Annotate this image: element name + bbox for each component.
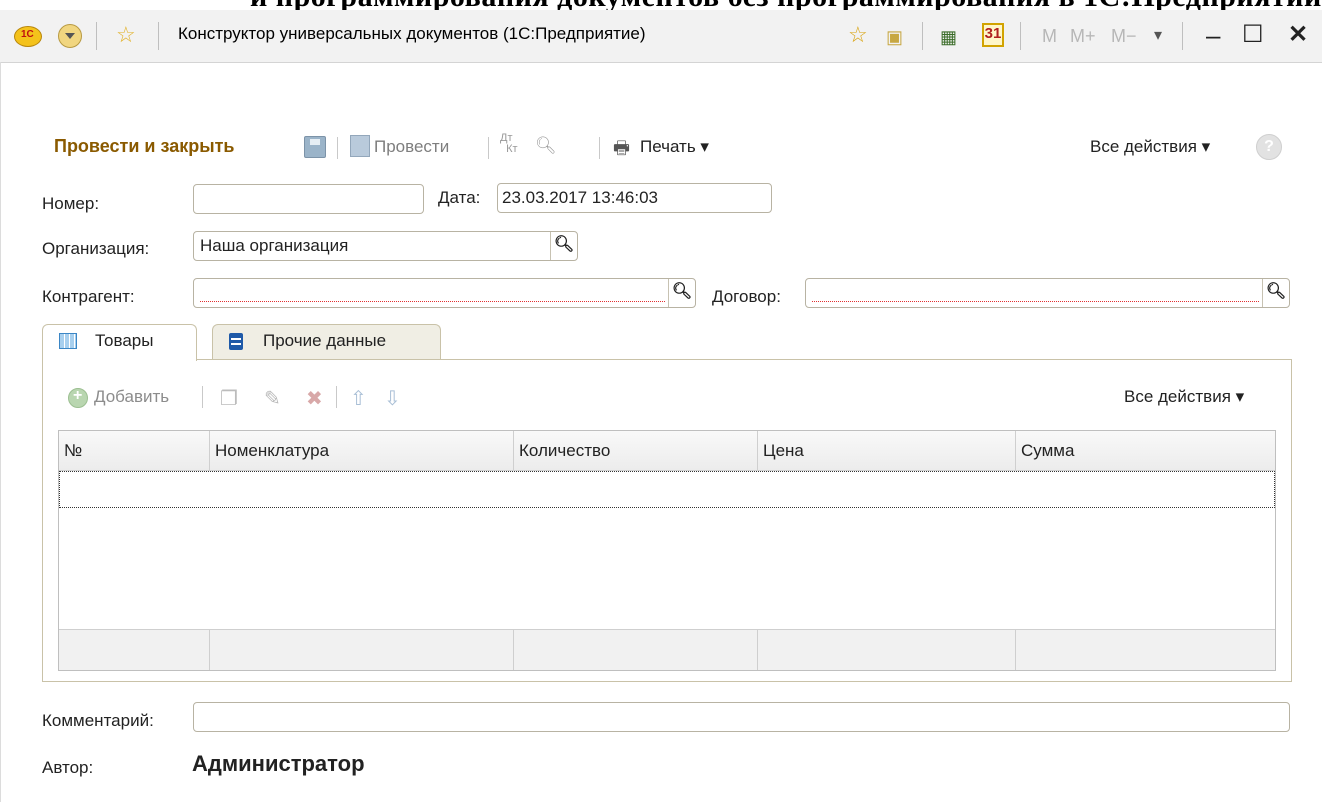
date-field[interactable]: 23.03.2017 13:46:03 xyxy=(497,183,772,213)
column-header[interactable]: № xyxy=(59,431,210,470)
cropped-heading-text: и программирования документов без програ… xyxy=(250,0,1322,10)
organization-label: Организация: xyxy=(42,239,150,258)
contract-label: Договор: xyxy=(712,287,781,306)
calendar-icon[interactable]: 31 xyxy=(982,23,1004,47)
copy-row-icon[interactable]: ❐ xyxy=(220,386,238,411)
window-title-bar: ☆ Конструктор универсальных документов (… xyxy=(0,10,1322,63)
memory-plus-button[interactable]: M+ xyxy=(1070,26,1096,47)
counterparty-search-icon[interactable]: 🔍︎ xyxy=(668,279,695,307)
memory-minus-button[interactable]: M− xyxy=(1111,26,1137,47)
title-separator xyxy=(158,22,159,50)
table-header: № Номенклатура Количество Цена Сумма xyxy=(59,431,1275,471)
favorites-list-icon[interactable]: ▣ xyxy=(886,24,903,50)
column-header-label: Номенклатура xyxy=(215,441,330,460)
delete-icon[interactable]: ✖ xyxy=(306,386,323,411)
tab-other-data[interactable]: Прочие данные xyxy=(212,324,441,360)
organization-search-icon[interactable]: 🔍︎ xyxy=(550,232,577,260)
cropped-heading-strip: и программирования документов без програ… xyxy=(0,0,1322,10)
help-icon[interactable]: ? xyxy=(1256,134,1282,160)
favorite-star-icon[interactable]: ☆ xyxy=(116,22,136,48)
toolbar-separator xyxy=(599,137,600,159)
toolbar-separator xyxy=(336,386,337,408)
main-menu-button[interactable] xyxy=(58,24,82,48)
kt-label: Кт xyxy=(506,143,518,155)
minimize-icon[interactable]: – xyxy=(1206,20,1220,50)
move-up-icon[interactable]: ⇧ xyxy=(350,386,367,411)
tab-goods-label: Товары xyxy=(95,331,154,350)
column-header[interactable]: Сумма xyxy=(1016,431,1277,470)
number-field[interactable] xyxy=(193,184,424,214)
title-separator xyxy=(1020,22,1021,50)
column-header-label: Сумма xyxy=(1021,441,1075,460)
column-header-label: Количество xyxy=(519,441,611,460)
all-actions-button[interactable]: Все действия ▾ xyxy=(1090,137,1210,163)
footer-cell xyxy=(514,630,758,670)
organization-value: Наша организация xyxy=(200,236,349,255)
table-footer xyxy=(59,629,1275,670)
footer-cell xyxy=(758,630,1016,670)
toolbar-separator xyxy=(488,137,489,159)
author-value: Администратор xyxy=(192,751,365,776)
move-down-icon[interactable]: ⇩ xyxy=(384,386,401,411)
add-icon[interactable] xyxy=(68,387,88,408)
save-icon[interactable] xyxy=(304,136,326,158)
counterparty-field[interactable]: 🔍︎ xyxy=(193,278,696,308)
column-header[interactable]: Номенклатура xyxy=(210,431,514,470)
footer-cell xyxy=(59,630,210,670)
column-header[interactable]: Цена xyxy=(758,431,1016,470)
date-value: 23.03.2017 13:46:03 xyxy=(502,188,658,207)
list-form-icon xyxy=(229,333,243,350)
add-row-button[interactable]: Добавить xyxy=(94,387,169,407)
comment-label: Комментарий: xyxy=(42,711,154,730)
window-left-border xyxy=(0,62,1,802)
window-title: Конструктор универсальных документов (1С… xyxy=(178,24,646,43)
column-header[interactable]: Количество xyxy=(514,431,758,470)
required-field-marker xyxy=(200,301,665,302)
calculator-icon[interactable]: ▦ xyxy=(940,24,957,50)
date-label: Дата: xyxy=(438,188,481,207)
edit-pencil-icon[interactable]: ✎ xyxy=(264,386,281,411)
counterparty-label: Контрагент: xyxy=(42,287,135,306)
dt-kt-movements-icon[interactable]: Дт Кт xyxy=(500,133,518,155)
search-icon[interactable]: 🔍︎ xyxy=(535,136,557,156)
title-separator xyxy=(922,22,923,50)
toolbar-separator xyxy=(202,386,203,408)
column-header-label: № xyxy=(64,441,83,460)
chevron-down-icon[interactable]: ▾ xyxy=(1154,23,1162,49)
goods-table[interactable]: № Номенклатура Количество Цена Сумма xyxy=(58,430,1276,671)
tab-goods[interactable]: Товары xyxy=(42,324,197,361)
contract-search-icon[interactable]: 🔍︎ xyxy=(1262,279,1289,307)
close-icon[interactable]: ✕ xyxy=(1288,20,1308,50)
print-menu-button[interactable]: Печать ▾ xyxy=(640,137,709,163)
selected-empty-row[interactable] xyxy=(59,471,1275,508)
title-separator xyxy=(1182,22,1183,50)
number-label: Номер: xyxy=(42,194,100,213)
required-field-marker xyxy=(812,301,1259,302)
contract-field[interactable]: 🔍︎ xyxy=(805,278,1290,308)
post-button[interactable]: Провести xyxy=(374,137,449,163)
post-and-close-button[interactable]: Провести и закрыть xyxy=(54,136,234,162)
post-document-icon[interactable] xyxy=(350,135,370,157)
title-separator xyxy=(96,22,97,50)
maximize-icon[interactable]: ☐ xyxy=(1242,20,1264,50)
add-favorite-icon[interactable]: ☆ xyxy=(848,22,868,48)
printer-icon[interactable]: 🖶 xyxy=(613,136,630,166)
comment-field[interactable] xyxy=(193,702,1290,732)
app-logo-icon[interactable] xyxy=(14,26,42,47)
footer-cell xyxy=(210,630,514,670)
table-grid-icon xyxy=(59,333,77,349)
table-all-actions-button[interactable]: Все действия ▾ xyxy=(1124,387,1244,407)
author-label: Автор: xyxy=(42,758,94,777)
toolbar-separator xyxy=(337,137,338,159)
organization-field[interactable]: Наша организация 🔍︎ xyxy=(193,231,578,261)
column-header-label: Цена xyxy=(763,441,804,460)
tab-other-data-label: Прочие данные xyxy=(263,331,387,350)
memory-m-button[interactable]: M xyxy=(1042,26,1057,47)
